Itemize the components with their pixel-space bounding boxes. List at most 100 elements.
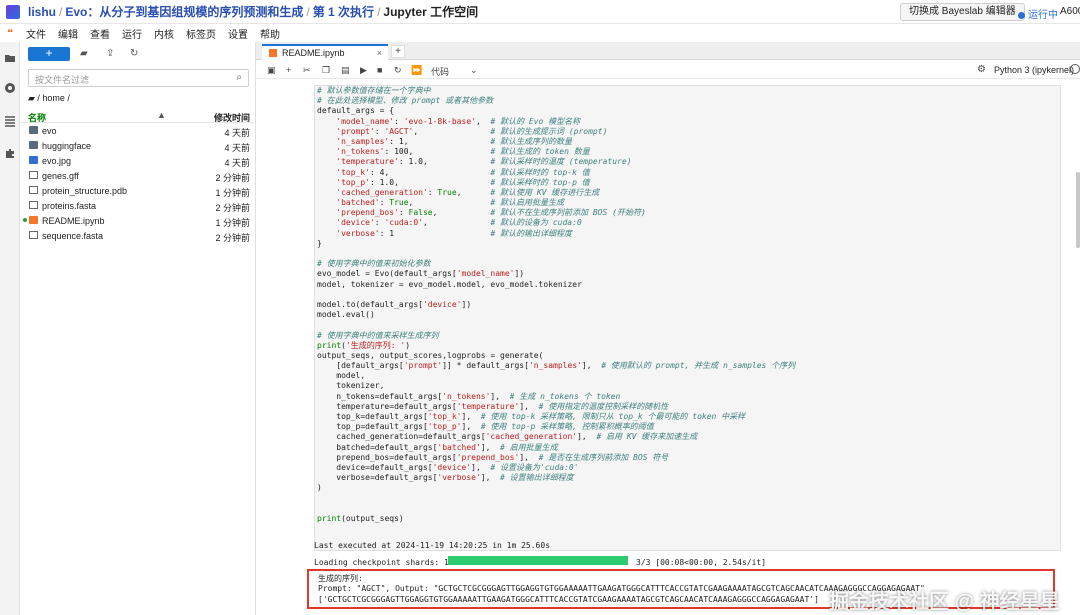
- cut-icon[interactable]: ✂: [303, 65, 311, 76]
- breadcrumb-project[interactable]: Evo：从分子到基因组规模的序列预测和生成: [65, 5, 303, 19]
- code-line: prepend_bos=default_args['prepend_bos'],…: [317, 452, 669, 462]
- cell-type-text: 代码: [431, 67, 450, 77]
- insert-cell-icon[interactable]: +: [286, 65, 291, 75]
- refresh-icon[interactable]: ↻: [130, 49, 140, 59]
- code-line: 'prepend_bos': False, # 默认不在生成序列前添加 BOS …: [336, 208, 646, 218]
- code-line: 'model_name': 'evo-1-8k-base', # 默认的 Evo…: [336, 116, 581, 126]
- save-icon[interactable]: ▣: [267, 65, 276, 76]
- chevron-down-icon[interactable]: ⌄: [470, 65, 478, 76]
- notebook-toolbar: ▣ + ✂ ❐ ▤ ▶ ■ ↻ ⏩ 代码 ⌄ ⚙ Python 3 (ipyke…: [256, 61, 1080, 79]
- status-text: 运行中: [1028, 10, 1058, 21]
- code-line: 'temperature': 1.0, # 默认采样时的温度 (temperat…: [336, 157, 632, 167]
- output-highlight: 生成的序列: Prompt: "AGCT", Output: "GCTGCTCG…: [307, 569, 1060, 613]
- code-line: 'top_p': 1.0, # 默认采样时的 top-p 值: [336, 177, 590, 187]
- menu-help[interactable]: 帮助: [260, 26, 280, 41]
- upload-icon[interactable]: ⇪: [106, 49, 116, 59]
- tab-readme[interactable]: README.ipynb ×: [262, 44, 388, 60]
- new-tab-button[interactable]: +: [391, 45, 405, 58]
- notebook-icon: [29, 216, 38, 224]
- code-line: 'verbose': 1 # 默认的输出详细程度: [336, 228, 573, 238]
- code-line: verbose=default_args['verbose'], # 设置输出详…: [317, 473, 574, 483]
- file-row[interactable]: sequence.fasta 2 分钟前: [20, 228, 256, 243]
- menu-settings[interactable]: 设置: [228, 26, 248, 41]
- code-line: model,: [317, 371, 366, 381]
- breadcrumb-user[interactable]: lishu: [28, 5, 56, 19]
- close-icon[interactable]: ×: [377, 48, 382, 58]
- file-row[interactable]: README.ipynb 1 分钟前: [20, 213, 256, 228]
- file-name: protein_structure.pdb: [42, 186, 128, 196]
- jupyter-icon: ❝: [7, 27, 13, 39]
- code-line: 'cached_generation': True, # 默认使用 KV 缓存进…: [336, 187, 600, 197]
- stop-icon[interactable]: ■: [377, 65, 382, 75]
- code-line: batched=default_args['batched'], # 启用批量生…: [317, 442, 558, 452]
- kernel-name[interactable]: Python 3 (ipykernel): [994, 65, 1074, 75]
- code-cell[interactable]: # 默认参数值存储在一个字典中 # 在此处选择模型、修改 prompt 或者其他参…: [314, 85, 1061, 551]
- code-line: top_p=default_args['top_p'], # 使用 top-p …: [317, 422, 654, 432]
- code-line: print(output_seqs): [317, 513, 404, 523]
- file-row[interactable]: huggingface 4 天前: [20, 138, 256, 153]
- file-name: huggingface: [42, 141, 92, 151]
- file-filter-input[interactable]: 按文件名过滤 ⌕: [28, 69, 249, 87]
- menu-tabs[interactable]: 标签页: [186, 26, 216, 41]
- menu-file[interactable]: 文件: [26, 26, 46, 41]
- notebook-area: README.ipynb × + ▣ + ✂ ❐ ▤ ▶ ■ ↻ ⏩ 代码 ⌄ ⚙…: [256, 42, 1080, 615]
- scrollbar[interactable]: [1076, 172, 1080, 248]
- code-line: model, tokenizer = evo_model.model, evo_…: [317, 279, 582, 289]
- modified-dot-icon: [23, 218, 27, 222]
- progress-bar: [448, 556, 628, 565]
- breadcrumb-run[interactable]: 第 1 次执行: [313, 5, 374, 19]
- path-text: / home /: [37, 93, 70, 103]
- file-row[interactable]: evo.jpg 4 天前: [20, 153, 256, 168]
- file-row[interactable]: evo 4 天前: [20, 123, 256, 138]
- code-line: # 使用字典中的值来初始化参数: [317, 259, 431, 269]
- run-icon[interactable]: ▶: [360, 65, 367, 76]
- file-row[interactable]: protein_structure.pdb 1 分钟前: [20, 183, 256, 198]
- switch-editor-button[interactable]: 切换成 Bayeslab 编辑器: [900, 3, 1025, 21]
- current-path[interactable]: ▰ / home /: [28, 93, 70, 104]
- gear-icon[interactable]: ⚙: [977, 64, 986, 75]
- file-name: evo.jpg: [42, 156, 72, 166]
- restart-icon[interactable]: ↻: [394, 65, 402, 76]
- running-kernels-icon[interactable]: [4, 82, 16, 94]
- menu-kernel[interactable]: 内核: [154, 26, 174, 41]
- restart-run-icon[interactable]: ⏩: [411, 65, 422, 76]
- menu-view[interactable]: 查看: [90, 26, 110, 41]
- code-line: temperature=default_args['temperature'],…: [317, 401, 669, 411]
- paste-icon[interactable]: ▤: [341, 65, 350, 76]
- toc-icon[interactable]: [4, 115, 16, 127]
- file-icon: [29, 231, 38, 239]
- notebook-icon: [269, 49, 277, 57]
- code-line: default_args = {: [317, 106, 395, 116]
- file-icon: [29, 171, 38, 179]
- copy-icon[interactable]: ❐: [322, 65, 330, 76]
- menu-edit[interactable]: 编辑: [58, 26, 78, 41]
- app-logo-icon: [6, 4, 20, 19]
- folder-icon: [29, 141, 38, 149]
- code-line: output_seqs, output_scores,logprobs = ge…: [317, 350, 544, 360]
- code-editor[interactable]: # 默认参数值存储在一个字典中 # 在此处选择模型、修改 prompt 或者其他参…: [317, 86, 795, 524]
- code-line: 'device': 'cuda:0', # 默认的设备为 cuda:0: [336, 218, 582, 228]
- new-folder-icon[interactable]: ▰: [80, 49, 90, 59]
- code-line: 'batched': True, # 默认启用批量生成: [336, 198, 565, 208]
- image-icon: [29, 156, 38, 164]
- menu-run[interactable]: 运行: [122, 26, 142, 41]
- output-line: 生成的序列:: [318, 574, 363, 583]
- watermark: 掘金技术社区 @ 神经星星: [829, 591, 1060, 613]
- file-browser: + ▰ ⇪ ↻ 按文件名过滤 ⌕ ▰ / home / 名称 ▲ 修改时间 evo…: [20, 42, 256, 615]
- new-launcher-button[interactable]: +: [28, 47, 70, 61]
- file-row[interactable]: genes.gff 2 分钟前: [20, 168, 256, 183]
- run-status: 运行中: [1018, 6, 1058, 21]
- code-line: evo_model = Evo(default_args['model_name…: [317, 269, 525, 279]
- code-line: model.to(default_args['device']): [317, 299, 472, 309]
- kernel-status-icon: [1070, 64, 1080, 74]
- folder-icon[interactable]: [4, 52, 16, 64]
- cell-type-select[interactable]: 代码: [431, 65, 449, 78]
- file-row[interactable]: proteins.fasta 2 分钟前: [20, 198, 256, 213]
- code-line: # 在此处选择模型、修改 prompt 或者其他参数: [317, 96, 494, 106]
- extensions-icon[interactable]: [4, 147, 16, 159]
- file-icon: [29, 186, 38, 194]
